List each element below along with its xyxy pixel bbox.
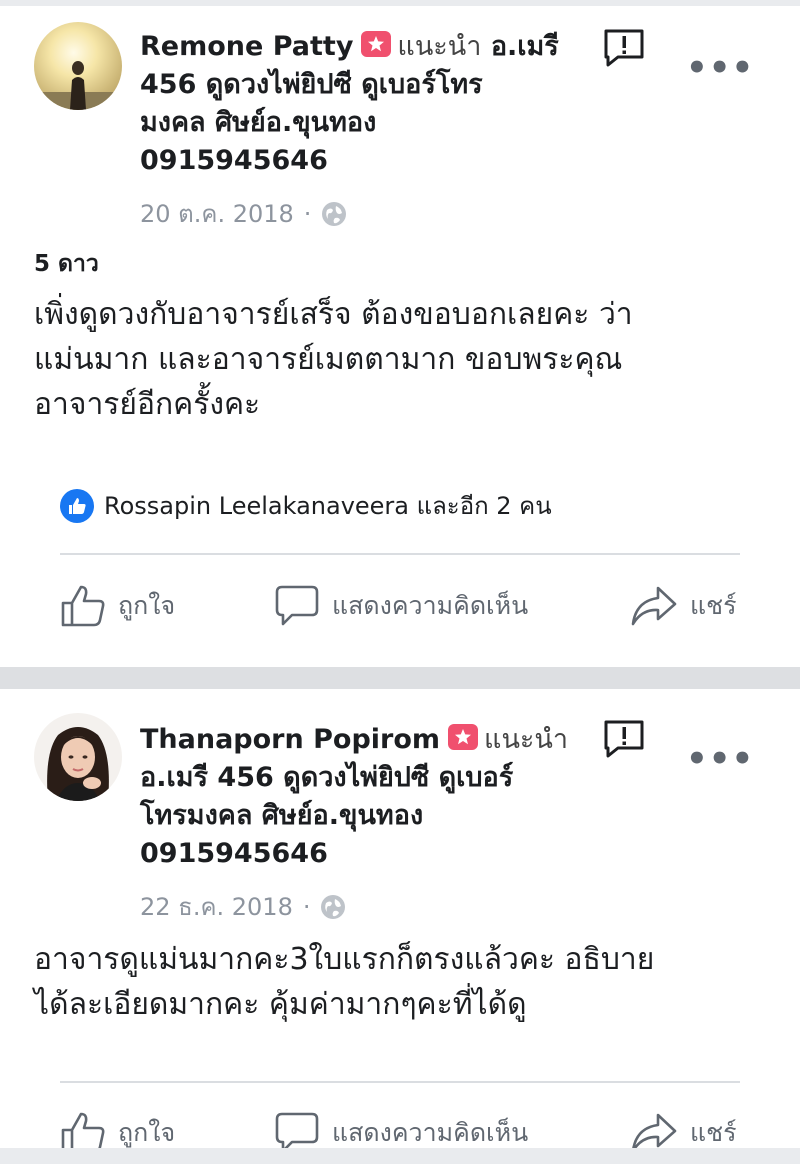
share-label: แชร์ — [690, 1118, 737, 1147]
share-button[interactable]: แชร์ — [630, 584, 737, 628]
page-phone[interactable]: 0915945646 — [140, 142, 580, 180]
page-name-part[interactable]: อ.เมรี — [491, 31, 559, 62]
body-line: เพิ่งดูดวงกับอาจารย์เสร็จ ต้องขอบอกเลยคะ… — [34, 297, 633, 332]
rating-text: 5 ดาว — [34, 251, 99, 277]
post-separator — [0, 667, 800, 689]
review-body: อาจารดูแม่นมากคะ3ใบแรกก็ตรงแล้วคะ อธิบาย… — [34, 937, 764, 1027]
comment-button[interactable]: แสดงความคิดเห็น — [274, 584, 528, 628]
globe-icon — [321, 201, 347, 227]
author-name[interactable]: Remone Patty — [140, 31, 353, 62]
like-reaction-icon — [60, 488, 94, 523]
recommend-label: แนะนำ — [397, 31, 482, 62]
comment-label: แสดงความคิดเห็น — [332, 591, 529, 620]
review-body: เพิ่งดูดวงกับอาจารย์เสร็จ ต้องขอบอกเลยคะ… — [34, 292, 764, 427]
author-name[interactable]: Thanaporn Popirom — [140, 724, 440, 755]
divider — [60, 1081, 740, 1083]
more-icon[interactable]: ••• — [686, 742, 754, 776]
globe-icon — [320, 894, 346, 920]
bottom-band — [0, 1148, 800, 1164]
report-icon[interactable] — [602, 719, 646, 759]
review-post-2: Thanaporn Popirom แนะนำ อ.เมรี 456 ดูดวงไ… — [0, 689, 800, 1154]
meta-separator: · — [302, 892, 311, 921]
post-date[interactable]: 20 ต.ค. 2018 — [140, 194, 294, 233]
page-name-line[interactable]: อ.เมรี 456 ดูดวงไพ่ยิปซี ดูเบอร์ — [140, 759, 590, 797]
post-header: Thanaporn Popirom แนะนำ อ.เมรี 456 ดูดวงไ… — [140, 721, 590, 873]
page-name-line[interactable]: 456 ดูดวงไพ่ยิปซี ดูเบอร์โทร — [140, 66, 580, 104]
avatar[interactable] — [34, 713, 122, 801]
like-label: ถูกใจ — [118, 591, 176, 620]
avatar-image — [34, 22, 122, 110]
more-icon[interactable]: ••• — [686, 51, 754, 85]
reactions-summary[interactable]: Rossapin Leelakanaveera และอีก 2 คน — [60, 486, 552, 525]
divider — [60, 553, 740, 555]
share-icon — [631, 586, 677, 626]
review-post-1: Remone Patty แนะนำ อ.เมรี 456 ดูดวงไพ่ยิป… — [0, 6, 800, 667]
post-date[interactable]: 22 ธ.ค. 2018 — [140, 887, 293, 926]
body-line: อาจารย์อีกครั้งคะ — [34, 387, 261, 422]
recommend-label: แนะนำ — [484, 724, 569, 755]
post-meta: 22 ธ.ค. 2018 · — [140, 887, 346, 926]
page-name-line[interactable]: มงคล ศิษย์อ.ขุนทอง — [140, 104, 580, 142]
like-icon — [61, 585, 105, 627]
page-phone[interactable]: 0915945646 — [140, 835, 590, 873]
recommend-badge-icon — [448, 724, 479, 750]
like-label: ถูกใจ — [118, 1118, 176, 1147]
page-name-line[interactable]: โทรมงคล ศิษย์อ.ขุนทอง — [140, 797, 590, 835]
avatar[interactable] — [34, 22, 122, 110]
like-button[interactable]: ถูกใจ — [60, 584, 175, 628]
body-line: อาจารดูแม่นมากคะ3ใบแรกก็ตรงแล้วคะ อธิบาย — [34, 942, 655, 977]
meta-separator: · — [303, 199, 312, 228]
recommend-badge-icon — [361, 31, 392, 57]
post-meta: 20 ต.ค. 2018 · — [140, 194, 347, 233]
avatar-image — [34, 713, 122, 801]
comment-icon — [275, 585, 319, 626]
comment-label: แสดงความคิดเห็น — [332, 1118, 529, 1147]
share-label: แชร์ — [690, 591, 737, 620]
report-icon[interactable] — [602, 28, 646, 68]
post-header: Remone Patty แนะนำ อ.เมรี 456 ดูดวงไพ่ยิป… — [140, 28, 580, 180]
reactions-text: Rossapin Leelakanaveera และอีก 2 คน — [104, 492, 552, 520]
body-line: แม่นมาก และอาจารย์เมตตามาก ขอบพระคุณ — [34, 342, 623, 377]
body-line: ได้ละเอียดมากคะ คุ้มค่ามากๆคะที่ได้ดู — [34, 987, 527, 1022]
